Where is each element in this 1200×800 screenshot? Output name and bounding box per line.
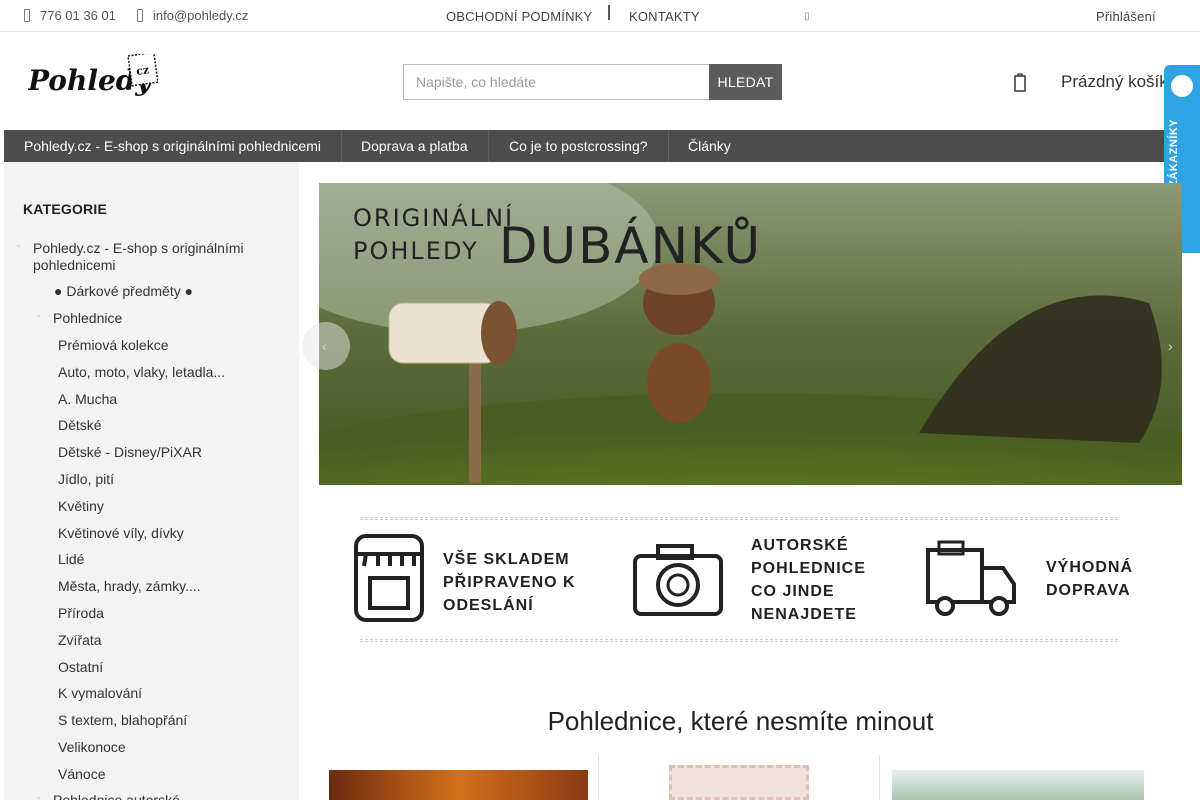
feature-line: ODESLÁNÍ: [443, 597, 534, 614]
feature-line: VŠE SKLADEM: [443, 551, 570, 568]
phone-number: 776 01 36 01: [40, 8, 116, 23]
sidebar-title: KATEGORIE: [23, 201, 107, 217]
search-form: HLEDAT: [403, 64, 782, 100]
nav-item-postcrossing[interactable]: Co je to postcrossing?: [489, 130, 669, 162]
sidebar-subitem[interactable]: Květinové víly, dívky: [58, 525, 184, 542]
feature-line: POHLEDNICE: [751, 560, 866, 577]
search-button[interactable]: HLEDAT: [709, 64, 782, 100]
feature-line: VÝHODNÁ: [1046, 559, 1134, 576]
sidebar-subitem[interactable]: A. Mucha: [58, 391, 117, 408]
mail-icon: [137, 9, 143, 22]
chevron-right-icon[interactable]: ›: [1168, 338, 1173, 354]
bullet-icon: ▫: [37, 795, 40, 800]
sidebar-subitem[interactable]: Lidé: [58, 551, 84, 568]
sidebar-subitem[interactable]: Velikonoce: [58, 739, 126, 756]
sidebar-item-gifts[interactable]: ● Dárkové předměty ●: [54, 283, 193, 300]
cart-icon[interactable]: [1014, 72, 1026, 92]
sidebar-item-postcards[interactable]: Pohlednice: [53, 310, 122, 327]
sidebar-subitem[interactable]: K vymalování: [58, 685, 142, 702]
sidebar-subitem[interactable]: Jídlo, pití: [58, 471, 114, 488]
sidebar-subitem[interactable]: Města, hrady, zámky....: [58, 578, 201, 595]
product-image[interactable]: [892, 770, 1144, 800]
email-contact[interactable]: info@pohledy.cz: [137, 8, 248, 23]
banner-headline: DUBÁNKŮ: [499, 216, 762, 275]
dropdown-icon[interactable]: ▯: [804, 11, 810, 22]
sidebar-subitem[interactable]: Zvířata: [58, 632, 102, 649]
feature-authors-text: AUTORSKÉ POHLEDNICE CO JINDE NENAJDETE: [751, 534, 866, 626]
cart-label[interactable]: Prázdný košík: [1061, 72, 1168, 92]
phone-contact[interactable]: 776 01 36 01: [24, 8, 116, 23]
shop-icon: [354, 534, 424, 622]
feature-line: DOPRAVA: [1046, 582, 1131, 599]
chevron-left-icon: ‹: [322, 338, 327, 354]
bullet-icon: ▫: [37, 313, 40, 320]
feature-line: CO JINDE: [751, 583, 835, 600]
sidebar-subitem[interactable]: Dětské: [58, 417, 102, 434]
site-logo[interactable]: Pohledy cz: [27, 51, 159, 110]
login-link[interactable]: Přihlášení: [1096, 9, 1156, 24]
sidebar-subitem[interactable]: S textem, blahopřání: [58, 712, 187, 729]
nav-item-home[interactable]: Pohledy.cz - E-shop s originálními pohle…: [4, 130, 342, 162]
email-address: info@pohledy.cz: [153, 8, 249, 23]
features-top-border: [360, 517, 1118, 520]
bullet-icon: ▫: [17, 243, 20, 250]
feature-line: NENAJDETE: [751, 606, 857, 623]
product-divider: [598, 755, 599, 800]
sidebar-subitem[interactable]: Vánoce: [58, 766, 105, 783]
hero-banner[interactable]: ORIGINÁLNÍ POHLEDY DUBÁNKŮ: [319, 183, 1182, 485]
sidebar-subitem[interactable]: Příroda: [58, 605, 104, 622]
logo-graphic: Pohledy cz: [27, 51, 159, 97]
banner-line1: ORIGINÁLNÍ: [353, 203, 514, 232]
logo-badge-text: cz: [135, 63, 150, 78]
product-divider: [879, 755, 880, 800]
sidebar-subitem[interactable]: Prémiová kolekce: [58, 337, 169, 354]
sidebar-subitem[interactable]: Ostatní: [58, 659, 103, 676]
banner-line2: POHLEDY: [353, 237, 479, 265]
contacts-link[interactable]: KONTAKTY: [629, 9, 700, 24]
terms-link[interactable]: OBCHODNÍ PODMÍNKY: [446, 9, 592, 24]
nav-item-articles[interactable]: Články: [668, 130, 751, 162]
banner-image: ORIGINÁLNÍ POHLEDY DUBÁNKŮ: [319, 183, 1182, 485]
topbar-divider: [608, 5, 610, 20]
feature-shipping-text: VÝHODNÁ DOPRAVA: [1046, 556, 1133, 602]
product-image[interactable]: [669, 765, 809, 800]
sidebar-subitem[interactable]: Auto, moto, vlaky, letadla...: [58, 364, 225, 381]
nav-item-shipping[interactable]: Doprava a platba: [341, 130, 489, 162]
feature-line: AUTORSKÉ: [751, 537, 849, 554]
sidebar-subitem[interactable]: Květiny: [58, 498, 104, 515]
truck-icon: [926, 540, 1016, 616]
product-image[interactable]: [329, 770, 588, 800]
feature-stock-text: VŠE SKLADEM PŘIPRAVENO K ODESLÁNÍ: [443, 548, 576, 617]
search-input[interactable]: [403, 64, 709, 100]
category-sidebar: KATEGORIE ▫ Pohledy.cz - E-shop s origin…: [4, 162, 299, 800]
sidebar-subitem[interactable]: Dětské - Disney/PiXAR: [58, 444, 202, 461]
feature-line: PŘIPRAVENO K: [443, 574, 576, 591]
features-bottom-border: [360, 639, 1118, 642]
section-title: Pohlednice, které nesmíte minout: [547, 706, 934, 736]
main-nav: Pohledy.cz - E-shop s originálními pohle…: [4, 130, 1164, 162]
heureka-badge-icon: [1169, 73, 1195, 99]
sidebar-item-author-postcards[interactable]: Pohlednice autorské: [53, 792, 180, 800]
camera-icon: [633, 544, 723, 616]
phone-icon: [24, 9, 30, 22]
sidebar-item-root[interactable]: Pohledy.cz - E-shop s originálními pohle…: [33, 240, 273, 274]
top-bar: 776 01 36 01 info@pohledy.cz OBCHODNÍ PO…: [0, 0, 1200, 32]
